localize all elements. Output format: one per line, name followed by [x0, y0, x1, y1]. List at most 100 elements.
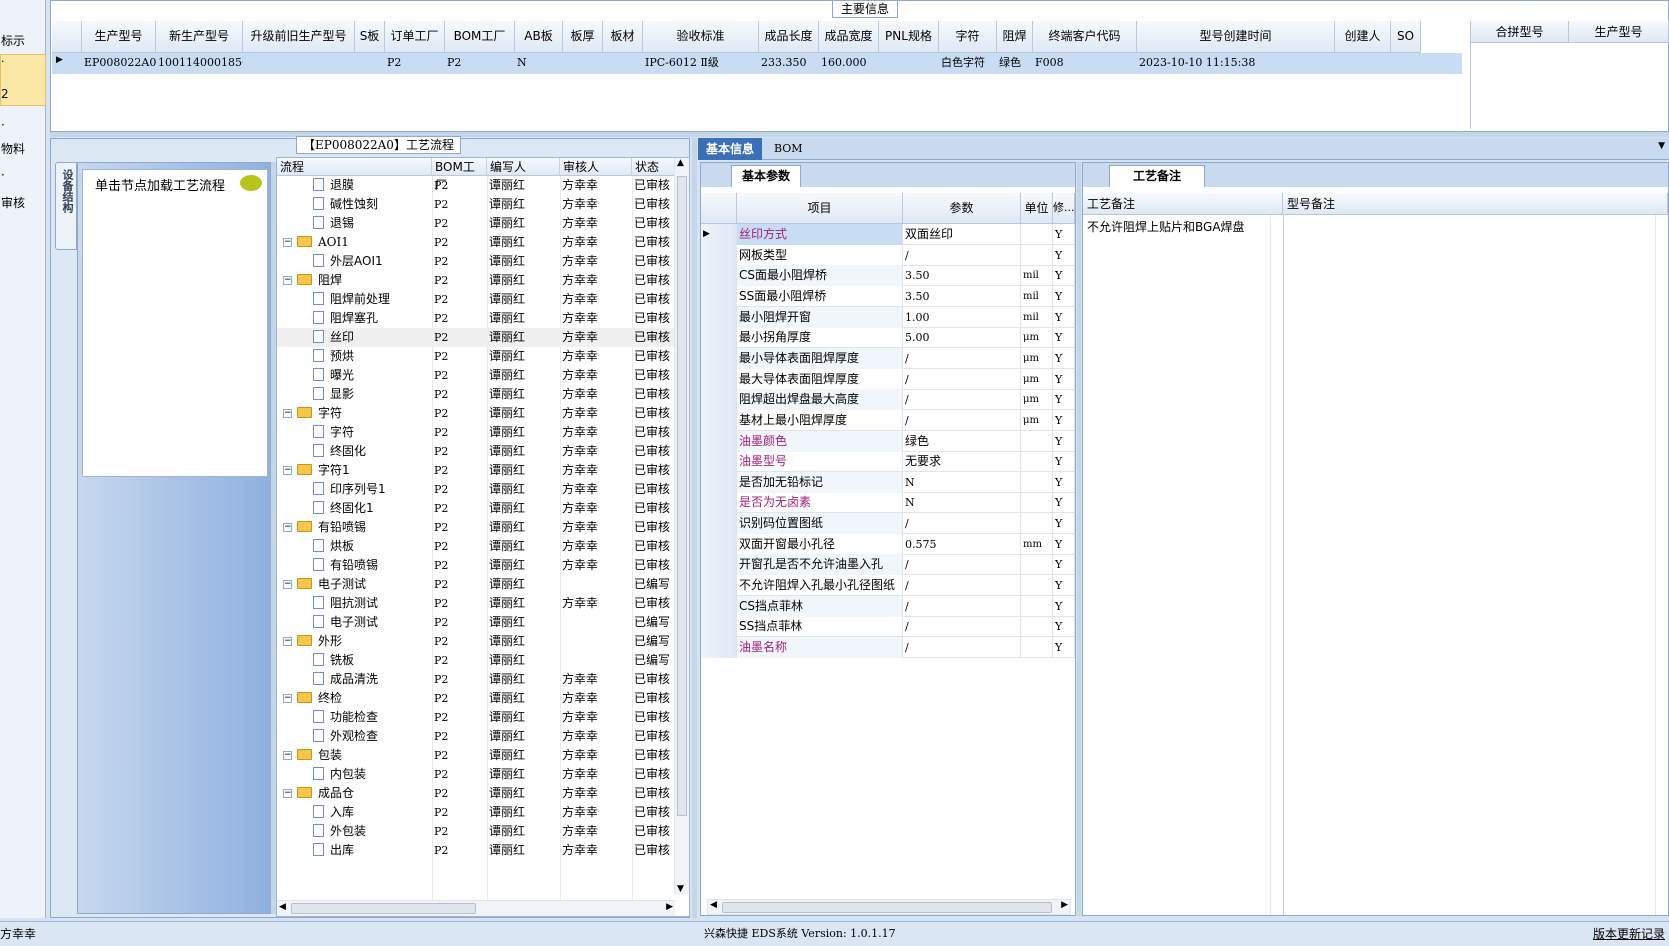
nav-item-materials[interactable]: 物料 — [0, 140, 46, 157]
collapse-toggle-icon[interactable]: − — [283, 466, 292, 475]
params-col-value[interactable]: 参数 — [903, 193, 1021, 224]
param-value[interactable]: 0.575 — [903, 533, 1021, 555]
row-header[interactable] — [701, 285, 737, 307]
row-header[interactable] — [701, 637, 737, 658]
grid-cell[interactable]: 绿色 — [999, 53, 1033, 73]
param-value[interactable]: 3.50 — [903, 265, 1021, 287]
remarks-col-process[interactable]: 工艺备注 — [1083, 193, 1283, 215]
param-value[interactable]: 无要求 — [903, 451, 1021, 473]
tree-node[interactable]: 外形 — [297, 632, 342, 651]
param-value[interactable]: / — [903, 554, 1021, 576]
tree-node-label[interactable]: 退锡 — [330, 216, 354, 230]
tree-node[interactable]: 字符 — [313, 423, 354, 442]
grid-col-header[interactable]: 升级前旧生产型号 — [243, 21, 355, 53]
grid-col-header[interactable]: SO — [1391, 21, 1421, 53]
tree-node[interactable]: 成品仓 — [297, 784, 354, 803]
tree-node-label[interactable]: 烘板 — [330, 539, 354, 553]
row-header[interactable] — [701, 347, 737, 369]
param-value[interactable]: 1.00 — [903, 306, 1021, 328]
param-value[interactable]: N — [903, 471, 1021, 493]
tree-node-label[interactable]: 阻抗测试 — [330, 596, 378, 610]
nav-item-selected[interactable]: · 2 — [0, 54, 46, 106]
param-row[interactable]: SS挡点菲林 / Y — [701, 616, 1075, 638]
tree-row[interactable]: − 成品仓 P2 谭丽红 方幸幸 已审核 — [277, 784, 675, 803]
tree-node[interactable]: 铣板 — [313, 651, 354, 670]
tree-node-label[interactable]: 包装 — [318, 748, 342, 762]
params-hscrollbar[interactable]: ◀ ▶ — [707, 899, 1071, 915]
remarks-col-model[interactable]: 型号备注 — [1283, 193, 1668, 215]
tree-node-label[interactable]: 字符 — [330, 425, 354, 439]
collapse-toggle-icon[interactable]: − — [283, 694, 292, 703]
params-col-unit[interactable]: 单位 — [1021, 193, 1053, 224]
collapse-toggle-icon[interactable]: − — [283, 238, 292, 247]
tree-node-label[interactable]: 有铅喷锡 — [318, 520, 366, 534]
tree-row[interactable]: − 包装 P2 谭丽红 方幸幸 已审核 — [277, 746, 675, 765]
param-value[interactable]: / — [903, 575, 1021, 597]
tree-row[interactable]: − 字符1 P2 谭丽红 方幸幸 已审核 — [277, 461, 675, 480]
middle-vsplitter[interactable] — [692, 138, 697, 918]
param-value[interactable]: / — [903, 595, 1021, 617]
grid-col-header[interactable]: 阻焊 — [997, 21, 1033, 53]
param-value[interactable]: 3.50 — [903, 285, 1021, 307]
tab-bom[interactable]: BOM — [766, 138, 811, 160]
grid-col-header[interactable]: 成品宽度 — [819, 21, 879, 53]
param-row[interactable]: 最小阻焊开窗 1.00 mil Y — [701, 306, 1075, 328]
tree-node[interactable]: 阻焊塞孔 — [313, 309, 378, 328]
grid-col-header[interactable]: 验收标准 — [643, 21, 759, 53]
tree-node-label[interactable]: 外形 — [318, 634, 342, 648]
tree-node[interactable]: 电子测试 — [297, 575, 366, 594]
row-header[interactable] — [701, 513, 737, 535]
tree-node-label[interactable]: 有铅喷锡 — [330, 558, 378, 572]
tree-node-label[interactable]: 阻焊前处理 — [330, 292, 390, 306]
tab-process-remarks[interactable]: 工艺备注 — [1109, 165, 1205, 187]
tree-row[interactable]: − 字符 P2 谭丽红 方幸幸 已审核 — [277, 404, 675, 423]
tree-node[interactable]: 丝印 — [313, 328, 354, 347]
tree-row[interactable]: 内包装 P2 谭丽红 方幸幸 已审核 — [277, 765, 675, 784]
model-remarks-scrollbar[interactable] — [1655, 215, 1667, 915]
merge-grid[interactable]: 合拼型号 生产型号 — [1470, 21, 1669, 129]
tree-node[interactable]: 预烘 — [313, 347, 354, 366]
tree-hscroll-thumb[interactable] — [291, 903, 476, 914]
tree-node-label[interactable]: 丝印 — [330, 330, 354, 344]
tree-node-label[interactable]: 内包装 — [330, 767, 366, 781]
grid-cell[interactable]: P2 — [387, 53, 445, 73]
remarks-scrollbar[interactable] — [1270, 215, 1282, 915]
tree-row[interactable]: 外观检查 P2 谭丽红 方幸幸 已审核 — [277, 727, 675, 746]
param-row[interactable]: 油墨名称 / Y — [701, 637, 1075, 658]
tree-node-label[interactable]: 成品清洗 — [330, 672, 378, 686]
param-value[interactable]: / — [903, 513, 1021, 535]
param-row[interactable]: 油墨型号 无要求 Y — [701, 451, 1075, 473]
tree-node[interactable]: 外层AOI1 — [313, 252, 383, 271]
tree-node[interactable]: 外包装 — [313, 822, 366, 841]
grid-col-header[interactable]: 生产型号 — [82, 21, 156, 53]
collapse-toggle-icon[interactable]: − — [283, 789, 292, 798]
tree-node-label[interactable]: 字符 — [318, 406, 342, 420]
collapse-toggle-icon[interactable]: − — [283, 580, 292, 589]
tree-row[interactable]: 终固化1 P2 谭丽红 方幸幸 已审核 — [277, 499, 675, 518]
collapse-toggle-icon[interactable]: − — [283, 637, 292, 646]
tree-node-label[interactable]: 外层AOI1 — [330, 254, 383, 268]
param-value[interactable]: / — [903, 409, 1021, 431]
param-row[interactable]: CS面最小阻焊桥 3.50 mil Y — [701, 265, 1075, 287]
row-header[interactable] — [701, 595, 737, 617]
param-value[interactable]: / — [903, 389, 1021, 411]
tree-node[interactable]: 内包装 — [313, 765, 366, 784]
param-row[interactable]: 油墨颜色 绿色 Y — [701, 430, 1075, 452]
grid-cell[interactable]: IPC-6012 Ⅱ级 — [645, 53, 759, 73]
param-row[interactable]: 不允许阻焊入孔最小孔径图纸 / Y — [701, 575, 1075, 597]
collapse-toggle-icon[interactable]: − — [283, 751, 292, 760]
param-row[interactable]: 双面开窗最小孔径 0.575 mm Y — [701, 533, 1075, 555]
param-value[interactable]: 5.00 — [903, 327, 1021, 349]
tree-node-label[interactable]: 退膜 — [330, 178, 354, 192]
tree-row[interactable]: 碱性蚀刻 P2 谭丽红 方幸幸 已审核 — [277, 195, 675, 214]
tree-row[interactable]: 阻抗测试 P2 谭丽红 方幸幸 已审核 — [277, 594, 675, 613]
tree-row[interactable]: 阻焊塞孔 P2 谭丽红 方幸幸 已审核 — [277, 309, 675, 328]
collapse-toggle-icon[interactable]: − — [283, 523, 292, 532]
param-value[interactable]: / — [903, 368, 1021, 390]
param-row[interactable]: 最小拐角厚度 5.00 μm Y — [701, 327, 1075, 349]
row-header[interactable] — [701, 265, 737, 287]
main-info-row[interactable]: EP008022A010011400018566P2P2NIPC-6012 Ⅱ级… — [52, 53, 1462, 74]
row-header[interactable] — [701, 368, 737, 390]
tree-row[interactable]: 外包装 P2 谭丽红 方幸幸 已审核 — [277, 822, 675, 841]
tree-node[interactable]: 字符1 — [297, 461, 350, 480]
